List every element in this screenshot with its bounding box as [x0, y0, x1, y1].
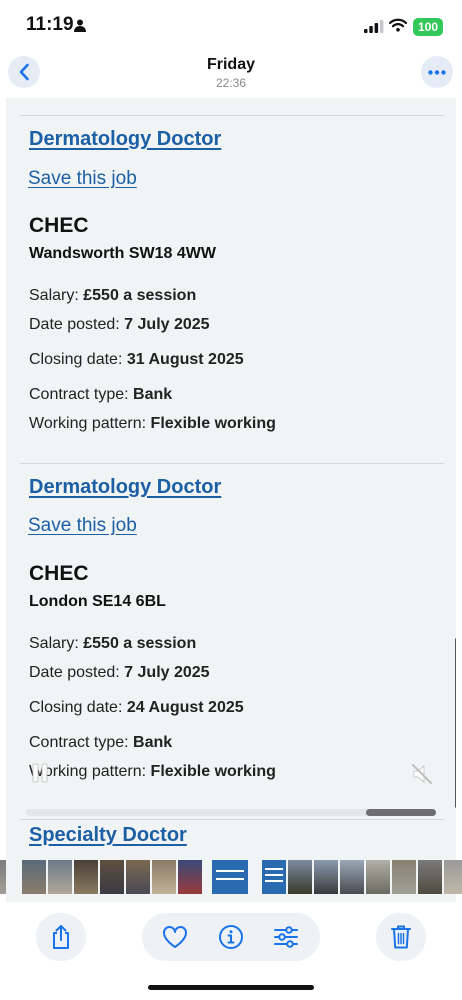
media-viewer[interactable]: Dermatology Doctor Save this job CHEC Wa…	[6, 98, 456, 902]
employer-name: CHEC	[29, 214, 89, 237]
salary-row: Salary: £550 a session	[29, 635, 197, 652]
thumbnail[interactable]	[366, 860, 390, 894]
thumbnail-selected[interactable]	[212, 860, 248, 894]
favorite-button[interactable]	[162, 925, 188, 954]
ellipsis-icon	[428, 69, 446, 75]
share-icon	[53, 925, 69, 949]
working-pattern-row: Working pattern: Flexible working	[29, 763, 276, 780]
contract-type-row: Contract type: Bank	[29, 734, 173, 751]
contract-type-row: Contract type: Bank	[29, 386, 173, 403]
job-title-link[interactable]: Dermatology Doctor	[29, 476, 221, 499]
thumbnail[interactable]	[392, 860, 416, 894]
thumbnail-line	[265, 874, 283, 876]
job-location: Wandsworth SW18 4WW	[29, 245, 216, 262]
thumbnail[interactable]	[0, 860, 6, 894]
delete-button[interactable]	[376, 913, 426, 961]
date-posted-row: Date posted: 7 July 2025	[29, 316, 210, 333]
nav-title: Friday	[206, 56, 255, 73]
thumbnail-line	[216, 878, 244, 880]
job-location: London SE14 6BL	[29, 593, 166, 610]
thumbnail-strip[interactable]	[0, 860, 462, 896]
home-indicator[interactable]	[148, 985, 314, 990]
thumbnail[interactable]	[152, 860, 176, 894]
thumbnail[interactable]	[418, 860, 442, 894]
heart-icon	[163, 926, 187, 948]
date-posted-row: Date posted: 7 July 2025	[29, 664, 210, 681]
employer-name: CHEC	[29, 562, 89, 585]
thumbnail[interactable]	[48, 860, 72, 894]
thumbnail-line	[265, 868, 283, 870]
nav-subtitle: 22:36	[215, 76, 247, 90]
signal-icon	[364, 20, 384, 33]
more-button[interactable]	[421, 56, 453, 88]
save-job-link[interactable]: Save this job	[28, 168, 137, 190]
trash-icon	[391, 925, 411, 949]
info-icon	[219, 925, 243, 949]
sliders-icon	[274, 926, 298, 948]
video-progress-fill[interactable]	[366, 809, 436, 816]
divider	[20, 819, 444, 820]
thumbnail[interactable]	[340, 860, 364, 894]
battery-indicator: 100	[413, 18, 443, 36]
job-title-link[interactable]: Specialty Doctor	[29, 824, 187, 847]
working-pattern-row: Working pattern: Flexible working	[29, 415, 276, 432]
divider	[20, 463, 444, 464]
info-button[interactable]	[218, 924, 244, 955]
salary-row: Salary: £550 a session	[29, 287, 197, 304]
share-button[interactable]	[36, 913, 86, 961]
closing-date-row: Closing date: 31 August 2025	[29, 351, 244, 368]
thumbnail[interactable]	[126, 860, 150, 894]
thumbnail[interactable]	[314, 860, 338, 894]
wifi-icon	[389, 18, 407, 32]
thumbnail[interactable]	[74, 860, 98, 894]
speaker-mute-icon[interactable]	[410, 763, 434, 785]
pause-icon[interactable]	[32, 763, 48, 783]
thumbnail[interactable]	[262, 860, 286, 894]
thumbnail[interactable]	[100, 860, 124, 894]
thumbnail-line	[216, 870, 244, 872]
status-time: 11:19	[26, 14, 74, 35]
thumbnail-line	[265, 880, 283, 882]
thumbnail[interactable]	[178, 860, 202, 894]
thumbnail[interactable]	[288, 860, 312, 894]
person-icon	[74, 19, 86, 32]
thumbnail[interactable]	[444, 860, 462, 894]
adjust-button[interactable]	[273, 925, 299, 954]
divider	[20, 115, 444, 116]
action-group	[142, 913, 320, 961]
save-job-link[interactable]: Save this job	[28, 515, 137, 537]
thumbnail[interactable]	[22, 860, 46, 894]
job-title-link[interactable]: Dermatology Doctor	[29, 128, 221, 151]
scroll-indicator[interactable]	[455, 638, 456, 808]
closing-date-row: Closing date: 24 August 2025	[29, 699, 244, 716]
